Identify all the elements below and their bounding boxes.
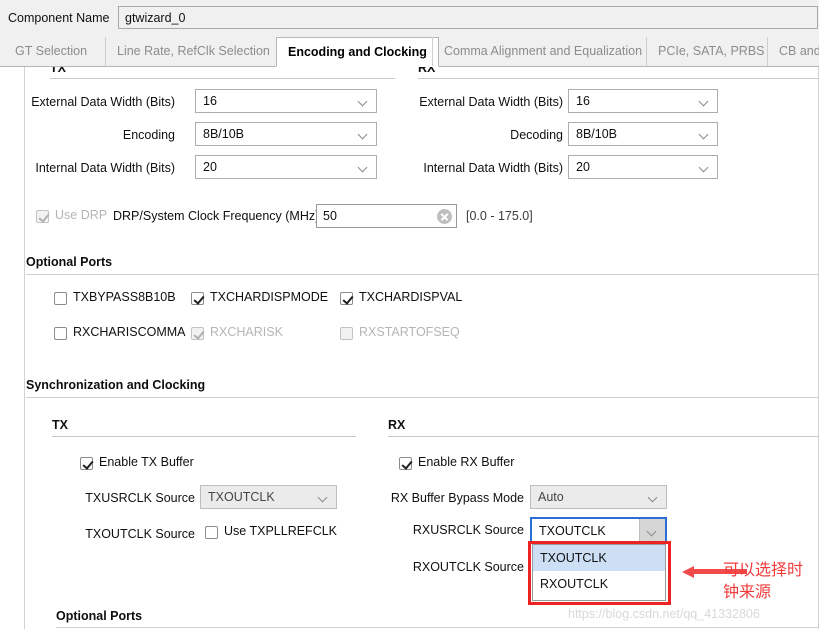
- checkbox-txbypass8b10b-box: [54, 292, 67, 305]
- chevron-down-icon: [319, 494, 328, 500]
- chevron-down-icon: [700, 164, 709, 170]
- tab-encoding-and-clocking[interactable]: Encoding and Clocking: [276, 37, 439, 67]
- checkbox-txchardispval-label: TXCHARDISPVAL: [359, 290, 463, 304]
- component-name-input[interactable]: gtwizard_0: [118, 6, 818, 29]
- tx-group-title: TX: [50, 67, 66, 75]
- sync-rx-rule: [388, 436, 818, 437]
- tab-bar: GT Selection Line Rate, RefClk Selection…: [0, 37, 819, 67]
- dropdown-option-rxoutclk[interactable]: RXOUTCLK: [533, 571, 665, 597]
- rx-external-data-width-value: 16: [576, 94, 590, 108]
- tx-external-data-width-value: 16: [203, 94, 217, 108]
- chevron-down-icon: [359, 98, 368, 104]
- checkbox-txchardispmode-label: TXCHARDISPMODE: [210, 290, 329, 304]
- rx-internal-data-width-combo[interactable]: 20: [568, 155, 718, 179]
- checkbox-rxchariscomma-label: RXCHARISCOMMA: [73, 325, 186, 339]
- tab-gt-selection[interactable]: GT Selection: [4, 37, 98, 66]
- tx-external-data-width-label: External Data Width (Bits): [31, 95, 175, 109]
- rx-buffer-bypass-mode-value: Auto: [538, 490, 564, 504]
- sync-clocking-rule: [26, 397, 818, 398]
- tab-line-rate-refclk[interactable]: Line Rate, RefClk Selection: [105, 37, 281, 66]
- checkbox-enable-rx-buffer-box: [399, 457, 412, 470]
- tx-encoding-combo[interactable]: 8B/10B: [195, 122, 377, 146]
- txusrclk-source-value: TXOUTCLK: [208, 490, 275, 504]
- chevron-down-icon: [700, 98, 709, 104]
- rx-group-rule: [418, 78, 818, 79]
- rx-buffer-bypass-mode-combo[interactable]: Auto: [530, 485, 667, 509]
- optional-ports-top-title: Optional Ports: [26, 255, 113, 269]
- component-name-value: gtwizard_0: [125, 11, 186, 25]
- rx-internal-data-width-value: 20: [576, 160, 590, 174]
- use-drp-checkbox-box: [36, 210, 49, 223]
- rx-decoding-label: Decoding: [510, 128, 563, 142]
- rxusrclk-source-value: TXOUTCLK: [539, 524, 606, 538]
- component-name-bar: Component Name gtwizard_0: [0, 0, 819, 37]
- tx-internal-data-width-combo[interactable]: 20: [195, 155, 377, 179]
- optional-ports-bottom-title: Optional Ports: [56, 609, 143, 623]
- drp-frequency-value: 50: [323, 209, 337, 223]
- txusrclk-source-combo[interactable]: TXOUTCLK: [200, 485, 337, 509]
- optional-ports-top-rule: [26, 274, 818, 275]
- sync-tx-title: TX: [52, 418, 68, 432]
- rx-group-title: RX: [418, 67, 436, 75]
- chevron-down-icon: [648, 528, 657, 534]
- checkbox-rxchariscomma-box: [54, 327, 67, 340]
- tx-internal-data-width-label: Internal Data Width (Bits): [35, 161, 175, 175]
- tx-encoding-value: 8B/10B: [203, 127, 245, 141]
- chevron-down-icon: [649, 494, 658, 500]
- rxoutclk-source-label: RXOUTCLK Source: [412, 560, 524, 574]
- chevron-down-icon: [359, 131, 368, 137]
- checkbox-rxstartofseq-box: [340, 327, 353, 340]
- tx-internal-data-width-value: 20: [203, 160, 217, 174]
- chevron-down-icon: [359, 164, 368, 170]
- dropdown-option-txoutclk[interactable]: TXOUTCLK: [533, 545, 665, 571]
- rx-external-data-width-combo[interactable]: 16: [568, 89, 718, 113]
- component-name-label: Component Name: [8, 11, 110, 25]
- checkbox-txbypass8b10b-label: TXBYPASS8B10B: [73, 290, 176, 304]
- checkbox-rxstartofseq-label: RXSTARTOFSEQ: [359, 325, 460, 339]
- encoding-clocking-panel: TX External Data Width (Bits) 16 Encodin…: [0, 67, 819, 629]
- drp-frequency-range-hint: [0.0 - 175.0]: [466, 209, 533, 223]
- tx-encoding-label: Encoding: [122, 128, 175, 142]
- checkbox-enable-tx-buffer-box: [80, 457, 93, 470]
- panel-left-border: [24, 67, 25, 629]
- checkbox-enable-rx-buffer-label: Enable RX Buffer: [418, 455, 515, 469]
- checkbox-rxcharisk-label: RXCHARISK: [210, 325, 283, 339]
- tx-external-data-width-combo[interactable]: 16: [195, 89, 377, 113]
- watermark-text: https://blog.csdn.net/qq_41332806: [568, 607, 760, 621]
- sync-clocking-title: Synchronization and Clocking: [26, 378, 206, 392]
- checkbox-txchardispmode-box: [191, 292, 204, 305]
- tab-pcie-sata-prbs[interactable]: PCIe, SATA, PRBS: [646, 37, 776, 66]
- rx-buffer-bypass-mode-label: RX Buffer Bypass Mode: [390, 491, 524, 505]
- rx-decoding-value: 8B/10B: [576, 127, 618, 141]
- clear-icon[interactable]: [437, 209, 452, 224]
- sync-tx-rule: [52, 436, 356, 437]
- annotation-text: 可以选择时 钟来源: [723, 560, 804, 601]
- checkbox-rxcharisk-box: [191, 327, 204, 340]
- optional-ports-bottom-rule: [56, 627, 818, 628]
- checkbox-use-txpllrefclk-box: [205, 526, 218, 539]
- use-drp-label: Use DRP: [55, 208, 108, 222]
- tab-cb-and[interactable]: CB and: [767, 37, 819, 66]
- rxusrclk-source-combo[interactable]: TXOUTCLK: [530, 517, 667, 543]
- rxusrclk-source-label: RXUSRCLK Source: [412, 523, 524, 537]
- tab-comma-alignment[interactable]: Comma Alignment and Equalization: [432, 37, 653, 66]
- txoutclk-source-label: TXOUTCLK Source: [85, 527, 195, 541]
- drp-frequency-label: DRP/System Clock Frequency (MHz): [113, 209, 320, 223]
- rx-decoding-combo[interactable]: 8B/10B: [568, 122, 718, 146]
- checkbox-enable-tx-buffer-label: Enable TX Buffer: [99, 455, 194, 469]
- chevron-down-icon: [700, 131, 709, 137]
- txusrclk-source-label: TXUSRCLK Source: [85, 491, 195, 505]
- checkbox-txchardispval-box: [340, 292, 353, 305]
- rx-external-data-width-label: External Data Width (Bits): [419, 95, 563, 109]
- rxusrclk-source-dropdown-list[interactable]: TXOUTCLK RXOUTCLK: [532, 544, 666, 601]
- tx-group-rule: [50, 78, 395, 79]
- rx-internal-data-width-label: Internal Data Width (Bits): [423, 161, 563, 175]
- drp-frequency-input[interactable]: 50: [316, 204, 457, 228]
- checkbox-use-txpllrefclk-label: Use TXPLLREFCLK: [224, 524, 338, 538]
- sync-rx-title: RX: [388, 418, 406, 432]
